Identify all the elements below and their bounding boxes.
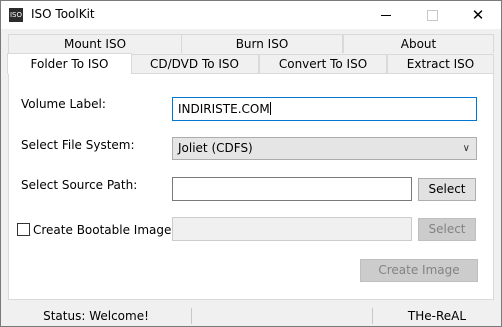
close-icon: ✕ (471, 6, 485, 24)
app-icon: ISO (9, 8, 23, 22)
chevron-down-icon: ∨ (462, 143, 470, 154)
status-middle (192, 306, 372, 326)
status-text: Status: Welcome! (43, 309, 149, 323)
tab-convert-to-iso[interactable]: Convert To ISO (259, 54, 387, 73)
status-bar: Status: Welcome! THe-ReAL (1, 306, 501, 326)
close-button[interactable]: ✕ (455, 1, 501, 29)
tab-extract-iso[interactable]: Extract ISO (387, 54, 494, 73)
minimize-button[interactable] (363, 1, 409, 29)
file-system-value: Joliet (CDFS) (178, 141, 253, 155)
tab-burn-iso[interactable]: Burn ISO (181, 34, 343, 53)
bootable-checkbox[interactable] (17, 223, 30, 236)
file-system-select[interactable]: Joliet (CDFS) ∨ (172, 137, 477, 160)
status-credit: THe-ReAL (407, 309, 467, 323)
source-path-input[interactable] (172, 177, 412, 201)
text-caret (269, 102, 271, 115)
volume-label-label: Volume Label: (21, 97, 106, 111)
source-path-label: Select Source Path: (21, 178, 138, 192)
create-image-button[interactable]: Create Image (360, 259, 478, 282)
tab-mount-iso[interactable]: Mount ISO (8, 34, 182, 53)
volume-label-value: INDIRISTE.COM (178, 102, 270, 116)
window-title: ISO ToolKit (31, 7, 95, 21)
volume-label-input[interactable]: INDIRISTE.COM (172, 97, 477, 121)
maximize-icon (427, 10, 438, 21)
bootable-path-input[interactable] (172, 217, 412, 241)
file-system-label: Select File System: (21, 138, 135, 152)
tab-cd-dvd-to-iso[interactable]: CD/DVD To ISO (130, 54, 259, 73)
tab-about[interactable]: About (343, 34, 494, 53)
bootable-label[interactable]: Create Bootable Image (33, 223, 171, 237)
title-bar: ISO ISO ToolKit ✕ (1, 1, 501, 29)
select-bootable-button[interactable]: Select (418, 218, 476, 241)
select-source-button[interactable]: Select (418, 178, 476, 201)
app-window: ISO ISO ToolKit ✕ Mount ISO Burn ISO Abo… (0, 0, 502, 327)
tab-folder-to-iso[interactable]: Folder To ISO (7, 53, 132, 74)
maximize-button[interactable] (409, 1, 455, 29)
minimize-icon (381, 15, 391, 16)
